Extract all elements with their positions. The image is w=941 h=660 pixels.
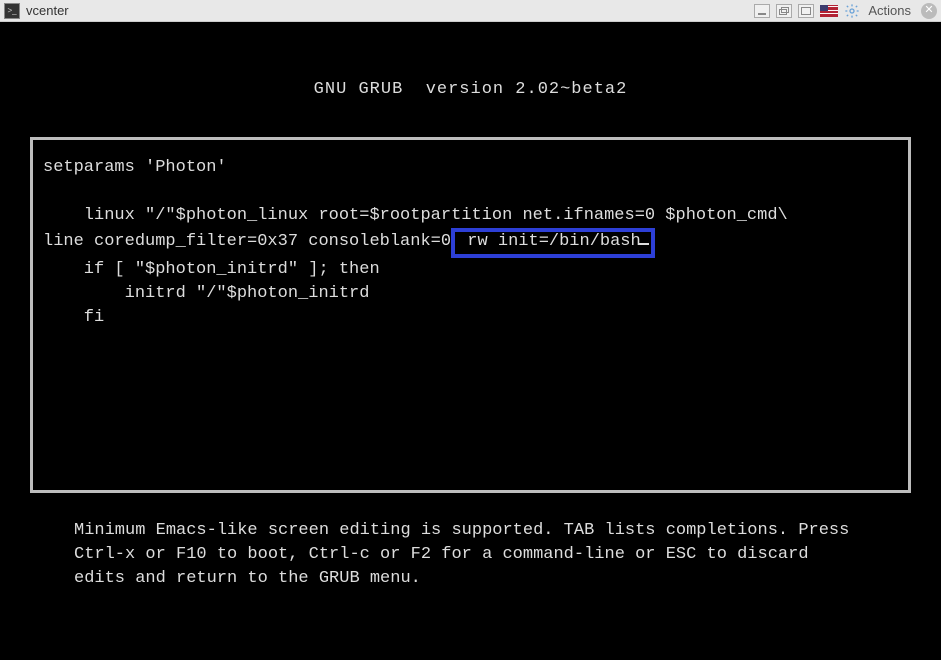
grub-line-fi: fi: [43, 308, 104, 327]
restore-icon[interactable]: [776, 4, 792, 18]
text-cursor: [639, 243, 649, 245]
kernel-params-highlight: rw init=/bin/bash: [451, 228, 655, 258]
grub-line-setparams: setparams 'Photon': [43, 158, 227, 177]
window-titlebar: >_ vcenter Actions ✕: [0, 0, 941, 22]
window-title: vcenter: [26, 3, 754, 18]
console-app-icon: >_: [4, 3, 20, 19]
minimize-icon[interactable]: [754, 4, 770, 18]
grub-header: GNU GRUB version 2.02~beta2: [0, 80, 941, 99]
grub-edit-box[interactable]: setparams 'Photon' linux "/"$photon_linu…: [30, 137, 911, 493]
kernel-params-highlight-text: rw init=/bin/bash: [457, 232, 641, 251]
gear-icon[interactable]: [844, 3, 860, 19]
grub-line-linux: linux "/"$photon_linux root=$rootpartiti…: [43, 206, 788, 225]
titlebar-controls: Actions ✕: [754, 3, 937, 19]
console-viewport[interactable]: GNU GRUB version 2.02~beta2 setparams 'P…: [0, 22, 941, 660]
grub-line-if: if [ "$photon_initrd" ]; then: [43, 260, 380, 279]
grub-footer-help: Minimum Emacs-like screen editing is sup…: [74, 519, 867, 591]
actions-menu[interactable]: Actions: [868, 3, 911, 18]
maximize-icon[interactable]: [798, 4, 814, 18]
us-flag-icon[interactable]: [820, 5, 838, 17]
grub-line-linux-cont-pre: line coredump_filter=0x37 consoleblank=0: [43, 232, 451, 251]
close-icon[interactable]: ✕: [921, 3, 937, 19]
grub-line-initrd: initrd "/"$photon_initrd: [43, 284, 369, 303]
